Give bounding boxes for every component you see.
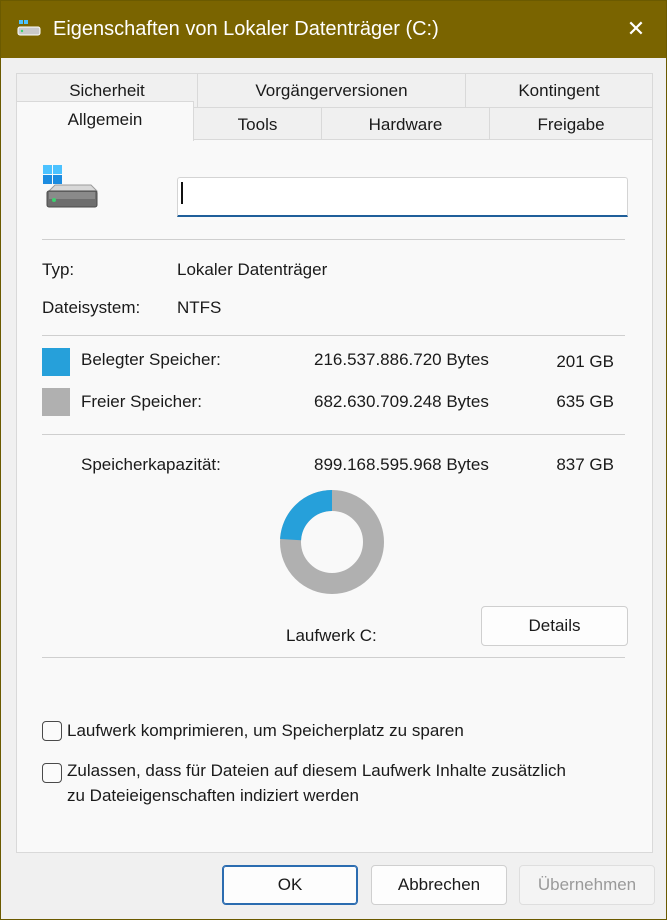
donut-used-arc <box>280 490 333 541</box>
tab-hardware[interactable]: Hardware <box>321 107 490 141</box>
index-checkbox[interactable] <box>42 763 62 783</box>
used-space-size: 201 GB <box>556 352 614 371</box>
text-caret <box>181 182 183 204</box>
apply-button[interactable]: Übernehmen <box>519 865 655 905</box>
drive-icon <box>17 20 41 36</box>
divider <box>42 657 625 658</box>
properties-dialog: Eigenschaften von Lokaler Datenträger (C… <box>0 0 667 920</box>
used-space-label: Belegter Speicher: <box>81 350 221 369</box>
ok-button[interactable]: OK <box>222 865 358 905</box>
used-space-swatch <box>42 348 70 376</box>
usage-donut-chart <box>280 490 384 594</box>
cancel-button[interactable]: Abbrechen <box>371 865 507 905</box>
capacity-bytes: 899.168.595.968 Bytes <box>314 455 489 474</box>
tab-allgemein[interactable]: Allgemein <box>16 101 194 141</box>
details-button[interactable]: Details <box>481 606 628 646</box>
drive-name-input[interactable] <box>177 177 628 217</box>
close-button[interactable]: ✕ <box>613 9 659 49</box>
index-label-line1[interactable]: Zulassen, dass für Dateien auf diesem La… <box>67 761 566 781</box>
tab-freigabe[interactable]: Freigabe <box>489 107 653 141</box>
tab-kontingent[interactable]: Kontingent <box>465 73 653 107</box>
tab-tools[interactable]: Tools <box>193 107 322 141</box>
capacity-size: 837 GB <box>556 455 614 474</box>
free-space-size: 635 GB <box>556 392 614 411</box>
title-bar[interactable]: Eigenschaften von Lokaler Datenträger (C… <box>1 1 666 58</box>
divider <box>42 434 625 435</box>
drive-letter-label: Laufwerk C: <box>286 626 377 645</box>
filesystem-value: NTFS <box>177 298 222 317</box>
used-space-bytes: 216.537.886.720 Bytes <box>314 350 489 369</box>
free-space-label: Freier Speicher: <box>81 392 202 411</box>
tab-vorgaengerversionen[interactable]: Vorgängerversionen <box>197 73 466 107</box>
type-label: Typ: <box>42 260 75 279</box>
close-icon: ✕ <box>626 16 646 41</box>
type-value: Lokaler Datenträger <box>177 260 328 279</box>
index-label-line2[interactable]: zu Dateieigenschaften indiziert werden <box>67 786 359 806</box>
free-space-swatch <box>42 388 70 416</box>
divider <box>42 239 625 240</box>
window-title: Eigenschaften von Lokaler Datenträger (C… <box>53 18 439 40</box>
compress-label[interactable]: Laufwerk komprimieren, um Speicherplatz … <box>67 721 464 741</box>
capacity-label: Speicherkapazität: <box>81 455 221 474</box>
filesystem-label: Dateisystem: <box>42 298 141 317</box>
windows-drive-icon <box>43 165 99 208</box>
divider <box>42 335 625 336</box>
compress-checkbox[interactable] <box>42 721 62 741</box>
free-space-bytes: 682.630.709.248 Bytes <box>314 392 489 411</box>
